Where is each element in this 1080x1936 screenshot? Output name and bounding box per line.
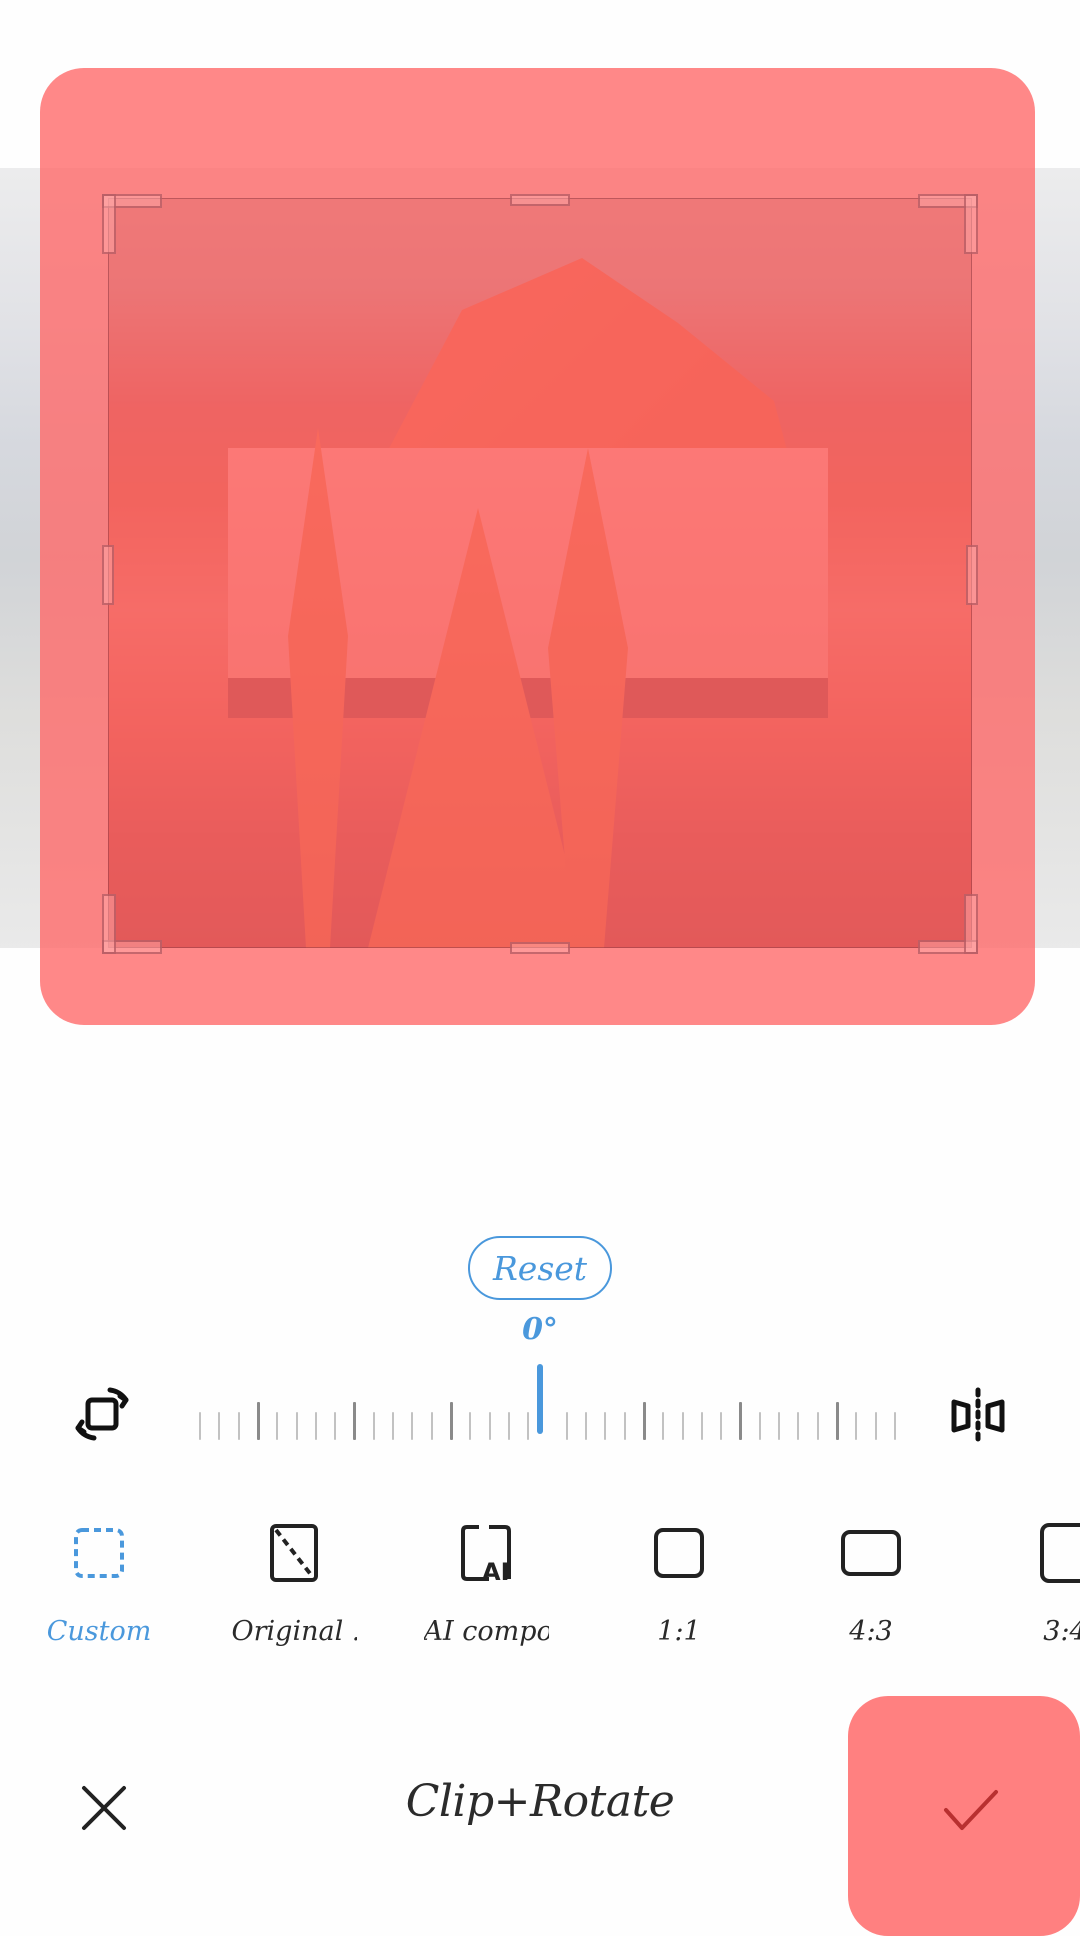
aspect-option-3-4[interactable]: 3:4 [980, 1518, 1080, 1658]
slider-tick [893, 1412, 896, 1440]
aspect-option-label: AI compo [423, 1616, 549, 1647]
rotation-angle-label: 0° [522, 1312, 558, 1347]
confirm-button[interactable] [940, 1780, 1000, 1840]
flip-horizontal-icon [951, 1387, 1005, 1445]
page-title: Clip+Rotate [405, 1776, 675, 1827]
slider-tick [758, 1412, 761, 1440]
slider-tick [334, 1412, 337, 1440]
crop-handle-top-left-v[interactable] [102, 194, 116, 254]
aspect-option-1-1[interactable]: 1:1 [594, 1518, 764, 1658]
aspect-option-label: 4:3 [849, 1616, 893, 1647]
slider-tick [199, 1412, 201, 1440]
slider-tick [372, 1412, 375, 1440]
aspect-option-label: 1:1 [657, 1616, 701, 1647]
slider-tick [642, 1402, 646, 1440]
custom-crop-icon [74, 1528, 124, 1578]
slider-tick [411, 1412, 414, 1440]
ai-composition-icon: AI [461, 1525, 511, 1585]
slider-tick [507, 1412, 510, 1440]
rotate-icon [75, 1387, 129, 1441]
crop-handle-right[interactable] [966, 545, 978, 605]
ratio-4-3-icon [841, 1530, 901, 1576]
aspect-option-original[interactable]: Original . [209, 1518, 379, 1658]
crop-handle-top[interactable] [510, 194, 570, 206]
aspect-option-4-3[interactable]: 4:3 [786, 1518, 956, 1658]
crop-handle-bottom-left-v[interactable] [102, 894, 116, 954]
slider-tick [430, 1412, 433, 1440]
slider-tick [392, 1412, 394, 1440]
slider-tick [681, 1412, 684, 1440]
ratio-3-4-icon [1040, 1523, 1080, 1583]
slider-tick [835, 1402, 839, 1440]
slider-tick [604, 1412, 607, 1440]
crop-handle-bottom-right-v[interactable] [964, 894, 978, 954]
slider-tick [874, 1412, 877, 1440]
slider-tick [237, 1412, 240, 1440]
close-icon [82, 1786, 126, 1830]
aspect-option-ai-composition[interactable]: AI AI compo [401, 1518, 571, 1658]
slider-tick [565, 1412, 568, 1440]
flip-button[interactable] [942, 1380, 1014, 1452]
reset-button[interactable]: Reset [468, 1236, 612, 1300]
slider-tick [816, 1412, 819, 1440]
check-icon [944, 1790, 998, 1830]
slider-tick [353, 1402, 357, 1440]
cancel-button[interactable] [74, 1778, 134, 1838]
crop-handle-top-right-v[interactable] [964, 194, 978, 254]
slider-tick [739, 1402, 743, 1440]
slider-tick [276, 1412, 279, 1440]
aspect-option-label: Original . [231, 1616, 357, 1647]
slider-tick [855, 1412, 858, 1440]
aspect-ratio-list: Custom Original . AI AI compo 1:1 4:3 3:… [0, 1518, 1080, 1658]
aspect-option-custom[interactable]: Custom [14, 1518, 184, 1658]
slider-tick [488, 1412, 491, 1440]
slider-tick [720, 1412, 723, 1440]
rotate-button[interactable] [66, 1378, 138, 1450]
slider-tick [256, 1402, 260, 1440]
slider-tick [314, 1412, 317, 1440]
aspect-option-label: 3:4 [1043, 1616, 1080, 1647]
svg-text:AI: AI [482, 1558, 510, 1585]
crop-handle-bottom[interactable] [510, 942, 570, 954]
original-ratio-icon [270, 1524, 318, 1582]
ratio-1-1-icon [654, 1528, 704, 1578]
slider-tick [449, 1402, 453, 1440]
slider-tick [585, 1412, 587, 1440]
slider-tick [700, 1412, 703, 1440]
rotation-slider-thumb[interactable] [537, 1364, 543, 1434]
slider-tick [797, 1412, 800, 1440]
crop-handle-left[interactable] [102, 545, 114, 605]
aspect-option-label: Custom [46, 1616, 152, 1647]
slider-tick [662, 1412, 665, 1440]
slider-tick [527, 1412, 530, 1440]
crop-frame[interactable] [108, 198, 972, 948]
slider-tick [623, 1412, 626, 1440]
slider-tick [218, 1412, 221, 1440]
slider-tick [469, 1412, 472, 1440]
slider-tick [778, 1412, 780, 1440]
slider-tick [295, 1412, 298, 1440]
